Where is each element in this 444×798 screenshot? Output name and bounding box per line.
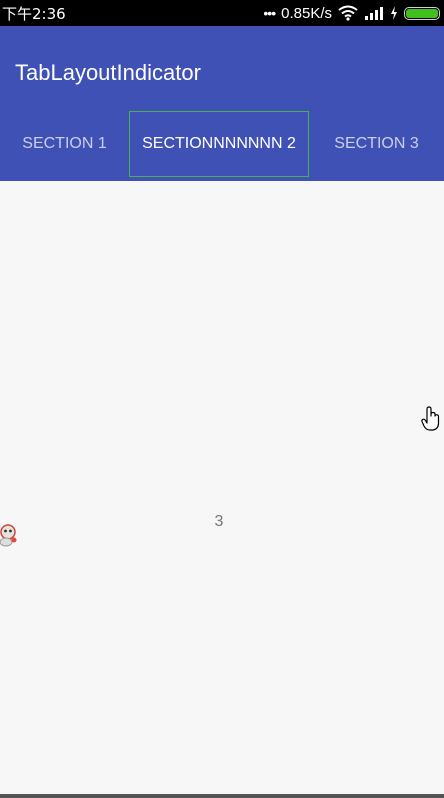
battery-fill xyxy=(406,8,438,18)
signal-icon xyxy=(364,6,384,20)
battery-icon xyxy=(404,6,440,20)
status-bar: 下午2:36 ••• 0.85K/s xyxy=(0,0,444,26)
status-right-group: ••• 0.85K/s xyxy=(263,5,440,22)
charging-icon xyxy=(390,6,398,20)
section-label: 3 xyxy=(214,513,224,530)
app-title: TabLayoutIndicator xyxy=(15,60,201,85)
app-screen: 下午2:36 ••• 0.85K/s TabLayoutIndicator SE… xyxy=(0,0,444,798)
hand-cursor-icon xyxy=(421,406,441,437)
floating-bubble-icon[interactable] xyxy=(0,523,20,554)
tab-section-2[interactable]: SECTIONNNNNNN 2 xyxy=(129,111,309,177)
tab-layout: SECTION 1 SECTIONNNNNNN 2 SECTION 3 xyxy=(0,111,444,177)
app-bar: TabLayoutIndicator SECTION 1 SECTIONNNNN… xyxy=(0,26,444,181)
network-speed: 0.85K/s xyxy=(281,4,332,22)
status-time: 下午2:36 xyxy=(2,4,66,23)
bottom-edge xyxy=(0,794,444,798)
wifi-icon xyxy=(338,5,358,21)
tab-section-1[interactable]: SECTION 1 xyxy=(0,111,129,177)
view-pager-content[interactable]: 3 xyxy=(0,181,444,794)
tab-section-3[interactable]: SECTION 3 xyxy=(309,111,444,177)
status-dots: ••• xyxy=(263,5,276,21)
